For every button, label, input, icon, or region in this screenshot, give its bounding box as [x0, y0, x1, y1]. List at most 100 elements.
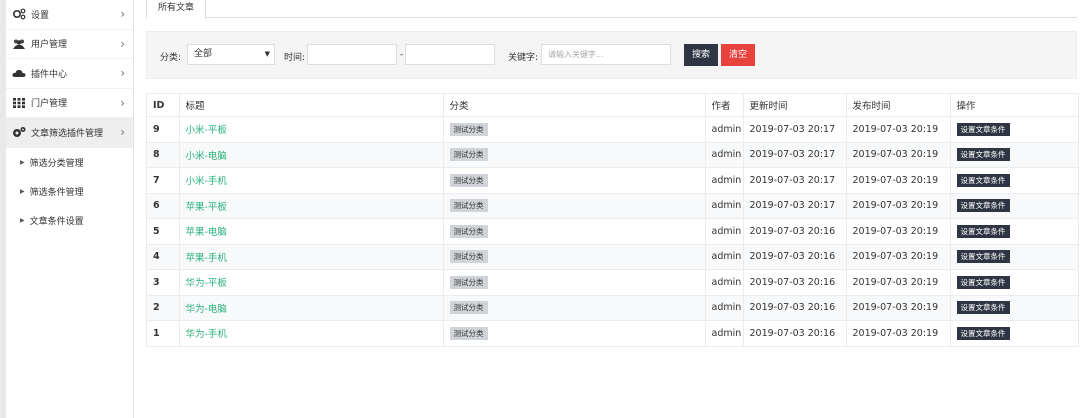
caret-down-icon: ▼	[264, 50, 270, 58]
table-row: 4 苹果-手机 测试分类 admin 2019-07-03 20:16 2019-07-0…	[147, 244, 1078, 270]
time-start-input[interactable]	[307, 44, 397, 65]
column-header-title: 标题	[178, 94, 443, 117]
articles-table: ID 标题 分类 作者 更新时间 发布时间 操作 9 小米-平板 测试分类 admin…	[146, 93, 1079, 347]
sidebar-item-plugins[interactable]: 插件中心 ›	[6, 59, 133, 89]
sidebar-subitem-article-conditions[interactable]: ▶ 文章条件设置	[6, 206, 133, 235]
category-badge: 测试分类	[449, 148, 488, 162]
cell-author: admin	[704, 167, 743, 194]
cell-author: admin	[704, 218, 743, 245]
table-row: 5 苹果-电脑 测试分类 admin 2019-07-03 20:16 2019-07-0…	[147, 218, 1078, 245]
cell-category: 测试分类	[442, 116, 705, 143]
article-title-link[interactable]: 小米-电脑	[186, 151, 227, 162]
cell-title: 华为-手机	[178, 320, 443, 347]
cell-actions: 设置文章条件	[949, 167, 1078, 194]
time-separator: -	[400, 50, 404, 60]
sidebar-item-label: 门户管理	[31, 99, 68, 110]
cell-category: 测试分类	[442, 167, 705, 194]
cell-title: 小米-手机	[178, 167, 443, 194]
chevron-right-icon: ›	[120, 125, 125, 140]
article-title-link[interactable]: 小米-平板	[186, 125, 227, 136]
set-article-conditions-button[interactable]: 设置文章条件	[956, 148, 1010, 162]
tab-all-articles[interactable]: 所有文章	[146, 0, 207, 19]
set-article-conditions-button[interactable]: 设置文章条件	[956, 199, 1010, 213]
cell-id: 4	[147, 244, 179, 270]
cloud-icon	[12, 67, 26, 79]
article-title-link[interactable]: 苹果-手机	[186, 253, 227, 264]
users-icon	[12, 38, 26, 50]
article-title-link[interactable]: 小米-手机	[186, 176, 227, 187]
column-header-actions: 操作	[949, 94, 1078, 117]
set-article-conditions-button[interactable]: 设置文章条件	[956, 301, 1010, 315]
cell-updated: 2019-07-03 20:16	[742, 269, 846, 296]
category-badge: 测试分类	[449, 224, 488, 238]
sidebar-item-label: 用户管理	[31, 40, 68, 51]
sidebar-item-article-filter[interactable]: 文章筛选插件管理 ›	[6, 118, 133, 148]
filter-bar: 分类: 全部 ▼ 时间: - 关键字: 请输入关键字... 搜索 清空	[146, 31, 1077, 79]
main-content: 所有文章 分类: 全部 ▼ 时间: - 关键字: 请输入关键字... 搜索 清空…	[134, 0, 1080, 418]
cell-title: 小米-平板	[178, 116, 443, 143]
category-badge: 测试分类	[449, 173, 488, 187]
article-title-link[interactable]: 苹果-电脑	[186, 227, 227, 238]
time-end-input[interactable]	[405, 44, 495, 65]
column-header-published: 发布时间	[845, 94, 950, 117]
cell-id: 9	[147, 116, 179, 143]
chevron-right-icon: ›	[120, 95, 125, 110]
sidebar-subitem-filter-categories[interactable]: ▶ 筛选分类管理	[6, 148, 133, 177]
article-title-link[interactable]: 华为-手机	[186, 329, 227, 340]
column-header-id: ID	[147, 94, 179, 117]
category-badge: 测试分类	[449, 199, 488, 213]
cell-title: 华为-平板	[178, 269, 443, 296]
cell-updated: 2019-07-03 20:17	[742, 167, 846, 194]
article-title-link[interactable]: 苹果-平板	[186, 202, 227, 213]
sidebar-item-users[interactable]: 用户管理 ›	[6, 30, 133, 59]
search-button[interactable]: 搜索	[684, 44, 718, 66]
table-row: 1 华为-手机 测试分类 admin 2019-07-03 20:16 2019-07-0…	[147, 320, 1078, 347]
time-label: 时间:	[284, 53, 306, 63]
caret-right-icon: ▶	[20, 187, 25, 195]
cell-category: 测试分类	[442, 244, 705, 270]
set-article-conditions-button[interactable]: 设置文章条件	[956, 250, 1010, 264]
cell-published: 2019-07-03 20:19	[845, 218, 950, 245]
sidebar-item-settings[interactable]: 设置 ›	[6, 0, 133, 30]
cell-author: admin	[704, 269, 743, 296]
cell-author: admin	[704, 116, 743, 143]
cell-published: 2019-07-03 20:19	[845, 116, 950, 143]
clear-button[interactable]: 清空	[721, 44, 755, 66]
set-article-conditions-button[interactable]: 设置文章条件	[956, 275, 1010, 289]
sidebar-item-label: 插件中心	[31, 69, 68, 80]
sidebar-item-portal[interactable]: 门户管理 ›	[6, 89, 133, 118]
keyword-placeholder: 请输入关键字...	[548, 50, 604, 59]
cell-updated: 2019-07-03 20:16	[742, 320, 846, 347]
cell-id: 8	[147, 142, 179, 168]
set-article-conditions-button[interactable]: 设置文章条件	[956, 224, 1010, 238]
article-title-link[interactable]: 华为-电脑	[186, 304, 227, 315]
category-select[interactable]: 全部 ▼	[187, 44, 275, 65]
column-header-updated: 更新时间	[742, 94, 846, 117]
cogs-icon	[12, 126, 26, 138]
article-title-link[interactable]: 华为-平板	[186, 278, 227, 289]
cell-published: 2019-07-03 20:19	[845, 193, 950, 219]
set-article-conditions-button[interactable]: 设置文章条件	[956, 326, 1010, 340]
category-label: 分类:	[160, 53, 182, 63]
cell-category: 测试分类	[442, 269, 705, 296]
keyword-input[interactable]: 请输入关键字...	[541, 44, 671, 65]
tab-bar: 所有文章	[146, 0, 1077, 19]
cell-id: 2	[147, 295, 179, 321]
cell-published: 2019-07-03 20:19	[845, 269, 950, 296]
table-row: 7 小米-手机 测试分类 admin 2019-07-03 20:17 2019-07-0…	[147, 167, 1078, 194]
cell-title: 苹果-平板	[178, 193, 443, 219]
cell-author: admin	[704, 295, 743, 321]
cell-published: 2019-07-03 20:19	[845, 244, 950, 270]
cell-author: admin	[704, 320, 743, 347]
cell-updated: 2019-07-03 20:16	[742, 244, 846, 270]
chevron-right-icon: ›	[120, 36, 125, 51]
cell-published: 2019-07-03 20:19	[845, 295, 950, 321]
cell-id: 5	[147, 218, 179, 245]
category-badge: 测试分类	[449, 122, 488, 136]
cell-actions: 设置文章条件	[949, 142, 1078, 168]
set-article-conditions-button[interactable]: 设置文章条件	[956, 173, 1010, 187]
cell-published: 2019-07-03 20:19	[845, 320, 950, 347]
table-row: 8 小米-电脑 测试分类 admin 2019-07-03 20:17 2019-07-0…	[147, 142, 1078, 168]
sidebar-subitem-filter-conditions[interactable]: ▶ 筛选条件管理	[6, 177, 133, 206]
set-article-conditions-button[interactable]: 设置文章条件	[956, 122, 1010, 136]
